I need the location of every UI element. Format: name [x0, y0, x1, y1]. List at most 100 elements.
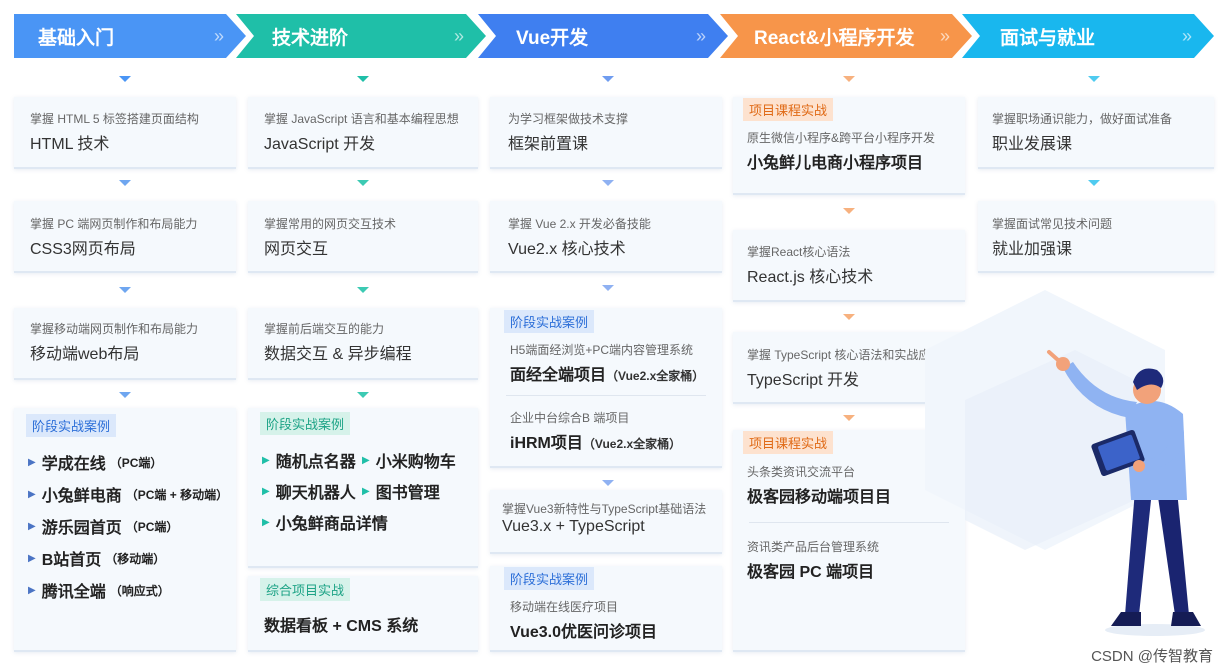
project-desc: H5端面经浏览+PC端内容管理系统 [510, 343, 694, 357]
course-card-web-interaction[interactable]: 掌握常用的网页交互技术 网页交互 [248, 201, 478, 273]
project-title[interactable]: 极客园移动端项目目 [747, 483, 891, 507]
case-item[interactable]: ▶ 图书管理 [362, 479, 440, 503]
course-title: 职业发展课 [992, 136, 1073, 153]
case-item[interactable]: ▶ 随机点名器 [262, 448, 356, 472]
down-triangle-icon [602, 76, 614, 82]
cases-tag: 阶段实战案例 [504, 310, 595, 333]
double-chevron-icon: » [213, 26, 218, 46]
step-advanced[interactable]: 技术进阶 » [236, 14, 486, 58]
down-triangle-icon [843, 415, 855, 421]
watermark: CSDN @传智教育 [1091, 648, 1213, 665]
course-desc: 掌握 Vue 2.x 开发必备技能 [508, 217, 651, 231]
case-item[interactable]: ▶ 小兔鲜商品详情 [262, 510, 388, 534]
course-desc: 掌握常用的网页交互技术 [264, 217, 397, 231]
down-triangle-icon [843, 314, 855, 320]
project-card-dashboard[interactable]: 综合项目实战 数据看板 + CMS 系统 [248, 576, 478, 652]
course-card-css3[interactable]: 掌握 PC 端网页制作和布局能力 CSS3网页布局 [14, 201, 236, 273]
project-title: 小兔鲜儿电商小程序项目 [747, 155, 924, 172]
project-card-miniprogram[interactable]: 项目课程实战 原生微信小程序&跨平台小程序开发 小兔鲜儿电商小程序项目 [733, 97, 965, 195]
project-title[interactable]: iHRM项目（Vue2.x全家桶） [510, 429, 681, 453]
bullet-icon: ▶ [28, 584, 36, 596]
case-item[interactable]: ▶ 腾讯全端 （响应式） [28, 578, 170, 602]
course-title: Vue2.x 核心技术 [508, 241, 626, 258]
case-item[interactable]: ▶ 游乐园首页 （PC端） [28, 514, 178, 538]
down-triangle-icon [119, 392, 131, 398]
course-desc: 掌握Vue3新特性与TypeScript基础语法 [502, 502, 707, 516]
cases-card-vue2: 阶段实战案例 H5端面经浏览+PC端内容管理系统 面经全端项目（Vue2.x全家… [490, 308, 722, 468]
double-chevron-icon: » [453, 26, 458, 46]
down-triangle-icon [119, 287, 131, 293]
cases-tag: 阶段实战案例 [260, 412, 351, 435]
course-card-javascript[interactable]: 掌握 JavaScript 语言和基本编程思想 JavaScript 开发 [248, 97, 478, 169]
course-card-vue2[interactable]: 掌握 Vue 2.x 开发必备技能 Vue2.x 核心技术 [490, 201, 722, 273]
course-title: 网页交互 [264, 241, 329, 258]
step-interview[interactable]: 面试与就业 » [962, 14, 1214, 58]
case-item[interactable]: ▶ B站首页 （移动端） [28, 546, 165, 570]
project-title[interactable]: 极客园 PC 端项目 [747, 558, 874, 582]
course-title: CSS3网页布局 [30, 241, 136, 258]
course-desc: 掌握职场通识能力，做好面试准备 [992, 112, 1173, 126]
step-react[interactable]: React&小程序开发 » [720, 14, 972, 58]
course-desc: 掌握面试常见技术问题 [992, 217, 1113, 231]
bullet-icon: ▶ [28, 552, 36, 564]
step-basics[interactable]: 基础入门 » [14, 14, 246, 58]
project-tag: 综合项目实战 [260, 578, 351, 601]
project-tag: 项目课程实战 [743, 98, 834, 121]
bullet-icon: ▶ [28, 520, 36, 532]
course-card-mobile[interactable]: 掌握移动端网页制作和布局能力 移动端web布局 [14, 308, 236, 380]
step-basics-label: 基础入门 [38, 27, 115, 49]
course-title: Vue3.x + TypeScript [502, 518, 645, 535]
down-triangle-icon [843, 76, 855, 82]
course-desc: 为学习框架做技术支撑 [508, 112, 629, 126]
down-triangle-icon [119, 180, 131, 186]
bullet-icon: ▶ [262, 516, 270, 528]
course-desc: 掌握移动端网页制作和布局能力 [30, 322, 199, 336]
project-desc: 资讯类产品后台管理系统 [747, 540, 880, 554]
project-desc: 原生微信小程序&跨平台小程序开发 [747, 131, 936, 145]
double-chevron-icon: » [1181, 26, 1186, 46]
course-desc: 掌握 HTML 5 标签搭建页面结构 [30, 112, 199, 126]
course-desc: 掌握 TypeScript 核心语法和实战应用 [747, 348, 943, 362]
down-triangle-icon [1088, 76, 1100, 82]
cases-tag: 阶段实战案例 [26, 414, 117, 437]
course-title: 移动端web布局 [30, 346, 140, 363]
course-card-career[interactable]: 掌握职场通识能力，做好面试准备 职业发展课 [978, 97, 1214, 169]
bullet-icon: ▶ [28, 488, 36, 500]
project-title[interactable]: 面经全端项目（Vue2.x全家桶） [510, 361, 704, 385]
cases-tag: 阶段实战案例 [504, 567, 595, 590]
down-triangle-icon [357, 392, 369, 398]
case-item[interactable]: ▶ 聊天机器人 [262, 479, 356, 503]
course-desc: 掌握 JavaScript 语言和基本编程思想 [264, 112, 459, 126]
course-title: HTML 技术 [30, 136, 110, 153]
learning-roadmap: 基础入门 » 技术进阶 » Vue开发 » React&小程序开发 » 面试与就… [0, 0, 1227, 672]
divider [749, 522, 949, 523]
course-desc: 掌握前后端交互的能力 [264, 322, 385, 336]
project-desc: 企业中台综合B 端项目 [510, 411, 630, 425]
step-vue[interactable]: Vue开发 » [478, 14, 728, 58]
case-item[interactable]: ▶ 学成在线 （PC端） [28, 450, 162, 474]
course-card-async[interactable]: 掌握前后端交互的能力 数据交互 & 异步编程 [248, 308, 478, 380]
project-title[interactable]: Vue3.0优医问诊项目 [510, 618, 657, 642]
down-triangle-icon [119, 76, 131, 82]
case-item[interactable]: ▶ 小兔鲜电商 （PC端 + 移动端） [28, 482, 228, 506]
cases-card-vue3: 阶段实战案例 移动端在线医疗项目 Vue3.0优医问诊项目 [490, 566, 722, 652]
bullet-icon: ▶ [262, 454, 270, 466]
course-desc: 掌握 PC 端网页制作和布局能力 [30, 217, 198, 231]
course-title: 就业加强课 [992, 241, 1073, 258]
case-item[interactable]: ▶ 小米购物车 [362, 448, 456, 472]
down-triangle-icon [357, 287, 369, 293]
course-card-vue3-ts[interactable]: 掌握Vue3新特性与TypeScript基础语法 Vue3.x + TypeSc… [490, 490, 722, 554]
bullet-icon: ▶ [262, 485, 270, 497]
bullet-icon: ▶ [28, 456, 36, 468]
person-with-tablet-illustration [925, 290, 1205, 636]
course-card-framework-prep[interactable]: 为学习框架做技术支撑 框架前置课 [490, 97, 722, 169]
course-card-interview[interactable]: 掌握面试常见技术问题 就业加强课 [978, 201, 1214, 273]
course-title: 数据交互 & 异步编程 [264, 346, 412, 363]
course-card-html[interactable]: 掌握 HTML 5 标签搭建页面结构 HTML 技术 [14, 97, 236, 169]
cases-card-basics: 阶段实战案例 ▶ 学成在线 （PC端） ▶ 小兔鲜电商 （PC端 + 移动端） ▶ 游乐园… [14, 408, 236, 652]
project-desc: 移动端在线医疗项目 [510, 600, 619, 614]
divider [506, 395, 706, 396]
down-triangle-icon [357, 180, 369, 186]
project-desc: 头条类资讯交流平台 [747, 465, 856, 479]
down-triangle-icon [357, 76, 369, 82]
